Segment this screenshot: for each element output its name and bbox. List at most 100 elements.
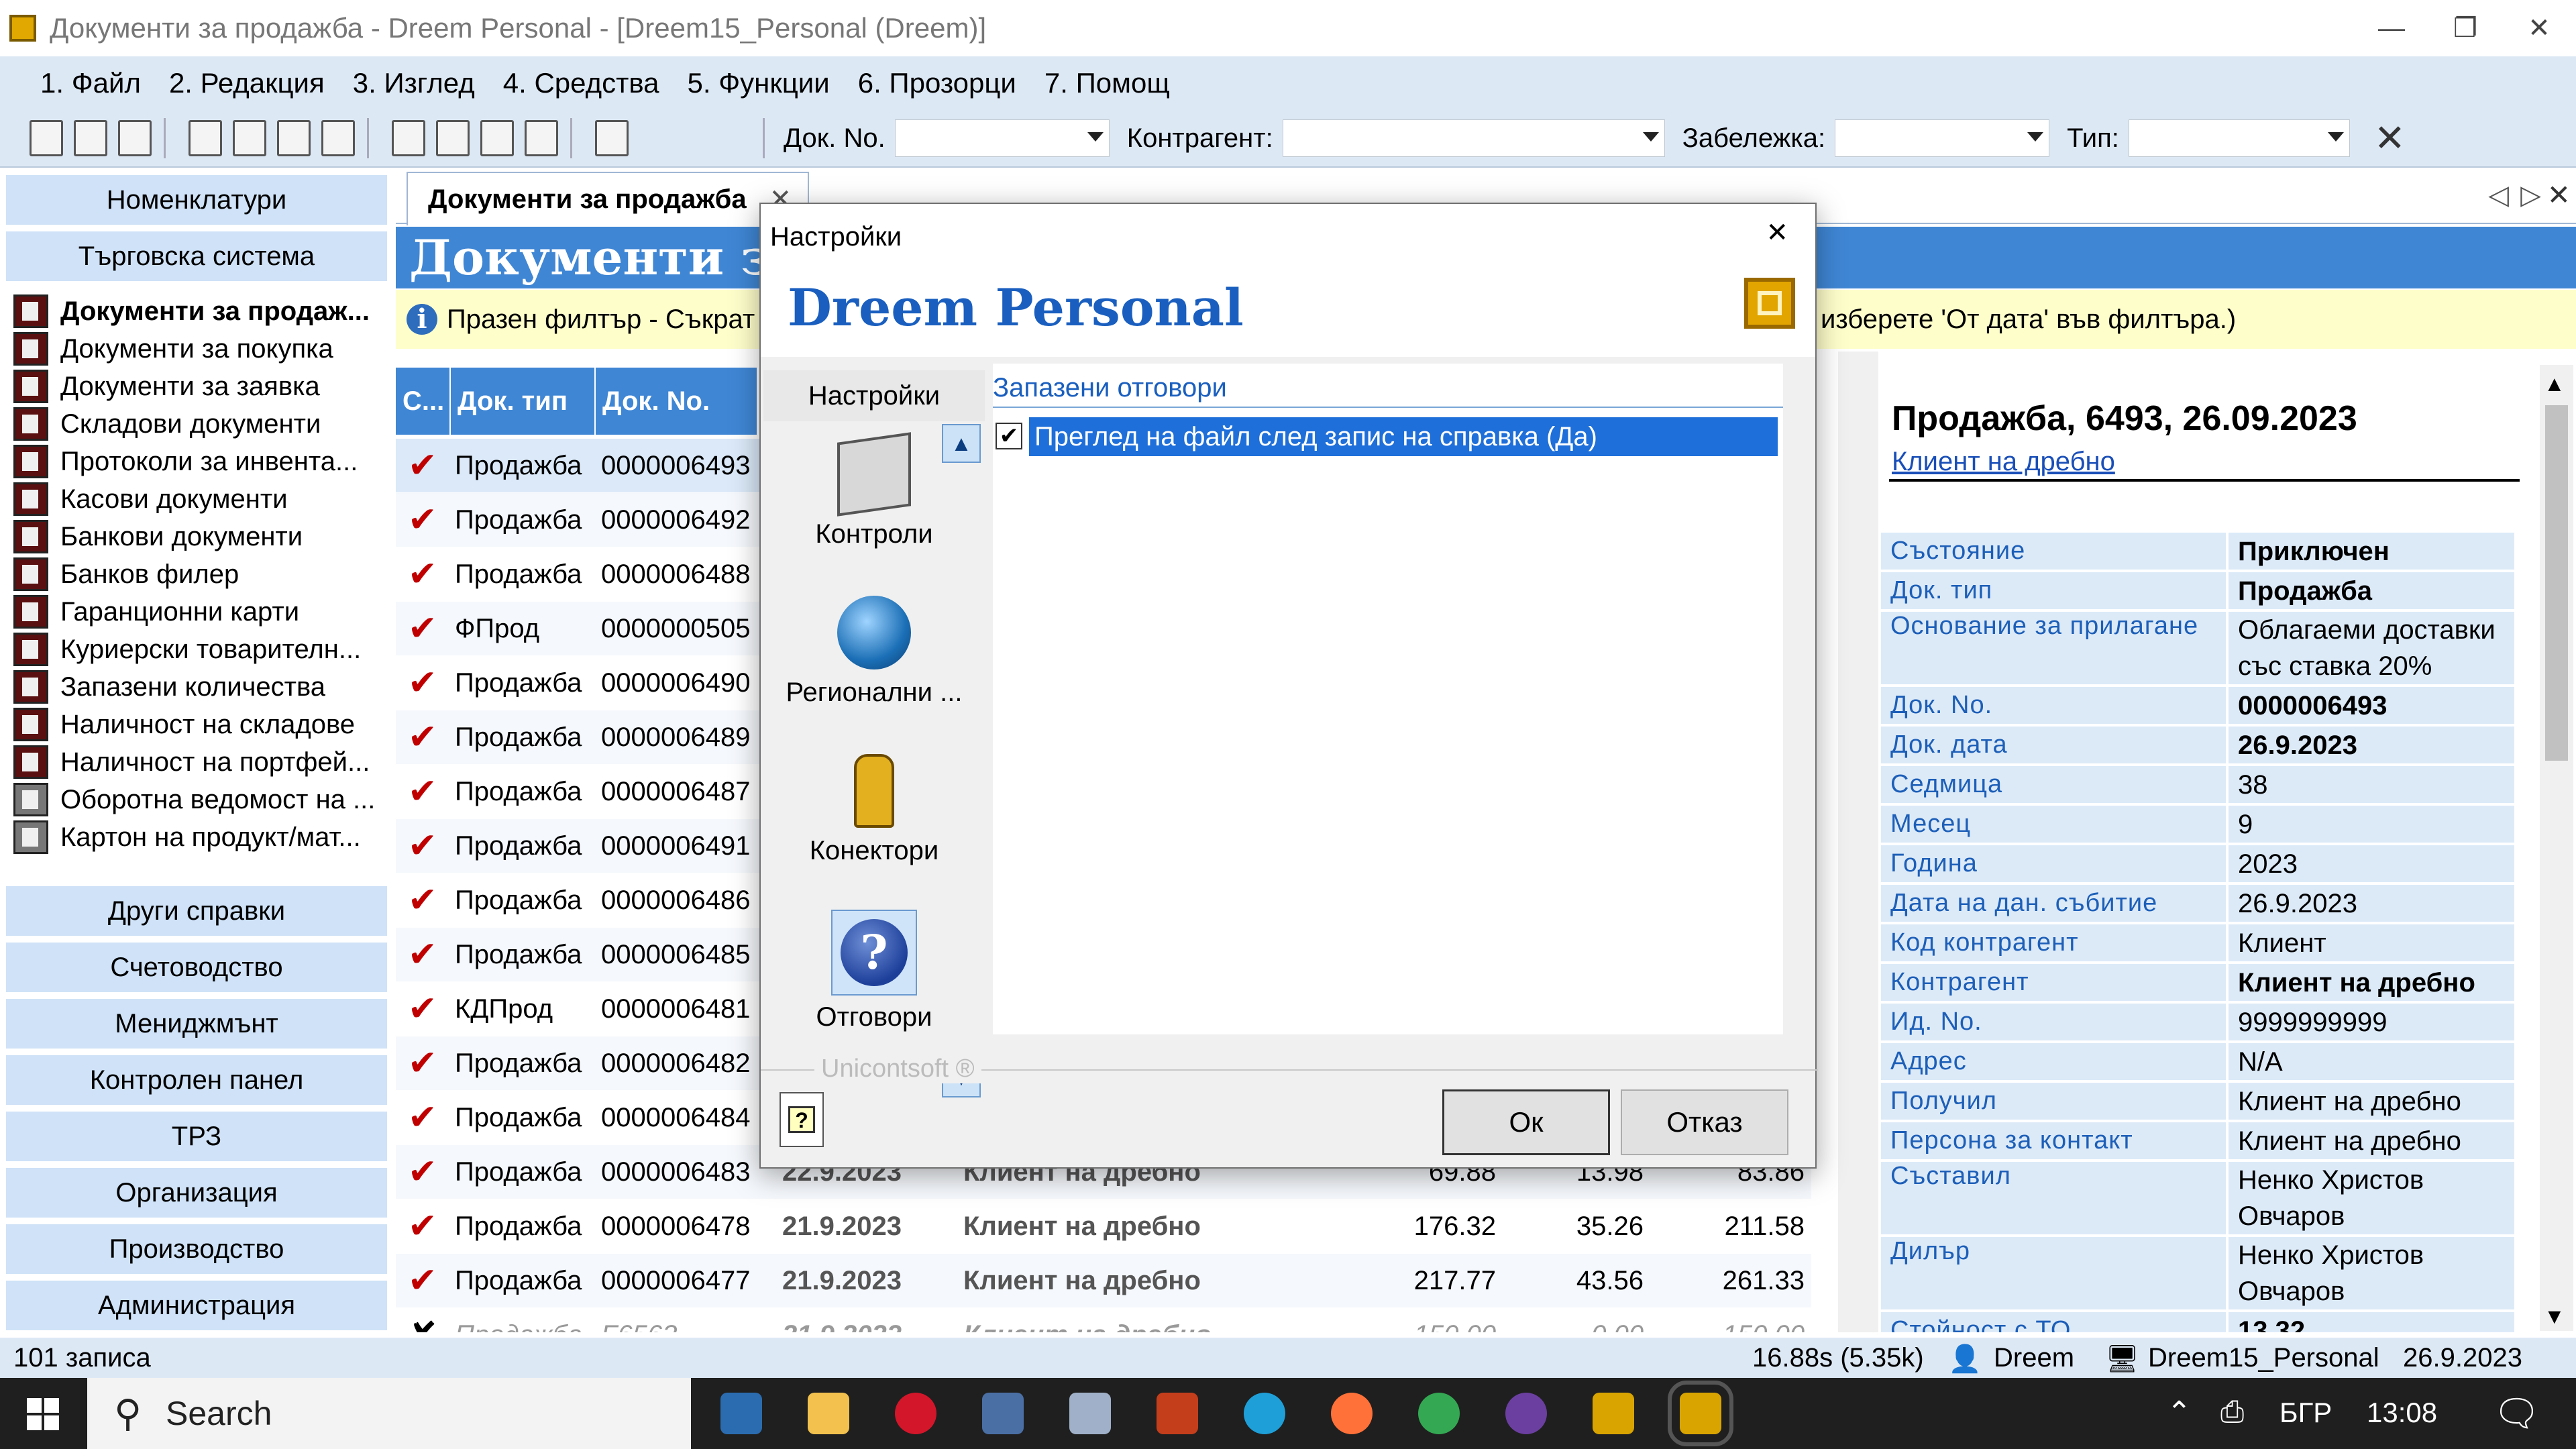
tab-prev-icon[interactable]: ◁ xyxy=(2488,180,2509,211)
nav-control-panel[interactable]: Контролен панел xyxy=(5,1055,388,1106)
nav-item-warranty[interactable]: Гаранционни карти xyxy=(13,593,299,631)
notifications-icon[interactable]: 🗨 xyxy=(2493,1391,2540,1436)
nav-item-bank-filer[interactable]: Банков филер xyxy=(13,555,239,593)
nav-item-product-card[interactable]: Картон на продукт/мат... xyxy=(13,818,361,856)
nav-item-reserved[interactable]: Запазени количества xyxy=(13,668,325,706)
detail-vertical-scrollbar[interactable]: ▲ ▼ xyxy=(2540,365,2573,1331)
tab-sales-documents[interactable]: Документи за продажба ✕ xyxy=(407,172,809,225)
side-item-connectors[interactable]: Конектори xyxy=(763,754,985,866)
detail-splitter[interactable] xyxy=(1838,352,1878,1332)
nav-item-turnover[interactable]: Оборотна ведомост на ... xyxy=(13,781,375,818)
nav-nomenclatures[interactable]: Номенклатури xyxy=(5,174,388,225)
side-item-regional[interactable]: Регионални ... xyxy=(763,596,985,708)
chevron-down-icon[interactable] xyxy=(1087,132,1104,142)
paste-icon[interactable] xyxy=(277,120,311,156)
menu-tools[interactable]: 4. Средства xyxy=(503,67,659,99)
nav-item-bank-docs[interactable]: Банкови документи xyxy=(13,518,303,555)
powerpoint-icon[interactable] xyxy=(1157,1393,1198,1434)
option-label[interactable]: Преглед на файл след запис на справка (Д… xyxy=(1029,417,1778,456)
tor-icon[interactable] xyxy=(1505,1393,1547,1434)
tab-next-icon[interactable]: ▷ xyxy=(2520,180,2541,211)
table-row[interactable]: ✘ ПродажбаF6563 21.9.2023Клиент на дребно 1… xyxy=(396,1308,1811,1332)
open-folder-icon[interactable] xyxy=(74,120,107,156)
print-icon[interactable] xyxy=(392,120,425,156)
chevron-down-icon[interactable] xyxy=(2027,132,2044,142)
tab-close-all-icon[interactable]: ✕ xyxy=(2547,178,2571,211)
file-explorer-icon[interactable] xyxy=(808,1393,849,1434)
menu-file[interactable]: 1. Файл xyxy=(40,67,141,99)
saved-answer-row[interactable]: ✔ Преглед на файл след запис на справка … xyxy=(996,417,1778,456)
option-checkbox[interactable]: ✔ xyxy=(996,423,1022,449)
nav-item-order-docs[interactable]: Документи за заявка xyxy=(13,368,320,405)
ok-button[interactable]: Ок xyxy=(1442,1089,1610,1155)
paint-icon[interactable] xyxy=(1069,1393,1111,1434)
chevron-down-icon[interactable] xyxy=(1642,132,1659,142)
minimize-button[interactable]: — xyxy=(2355,0,2428,56)
side-item-controls[interactable]: Контроли xyxy=(763,432,985,549)
copy-icon[interactable] xyxy=(233,120,266,156)
nav-item-courier[interactable]: Куриерски товарителн... xyxy=(13,631,361,668)
tray-camera-icon[interactable]: ⎙ xyxy=(2220,1395,2244,1429)
scroll-up-icon[interactable]: ▲ xyxy=(2544,372,2565,396)
windows-start-icon[interactable] xyxy=(27,1398,59,1430)
col-header-doc-type[interactable]: Док. тип xyxy=(451,368,594,435)
scroll-down-icon[interactable]: ▼ xyxy=(2544,1304,2565,1329)
chevron-down-icon[interactable] xyxy=(2327,132,2344,142)
print-preview-icon[interactable] xyxy=(436,120,470,156)
nav-management[interactable]: Мениджмънт xyxy=(5,998,388,1049)
dreem-active-icon[interactable] xyxy=(1668,1381,1733,1446)
type-combo[interactable] xyxy=(2128,119,2350,157)
save-icon[interactable] xyxy=(118,120,152,156)
firefox-icon[interactable] xyxy=(1331,1393,1373,1434)
table-row[interactable]: ✔ Продажба 0000006478 21.9.2023 Клиент на др… xyxy=(396,1199,1811,1253)
edit-note-icon[interactable] xyxy=(595,120,629,156)
nav-administration[interactable]: Администрация xyxy=(5,1280,388,1331)
taskview-icon[interactable] xyxy=(720,1393,762,1434)
nav-accounting[interactable]: Счетоводство xyxy=(5,942,388,993)
nav-production[interactable]: Производство xyxy=(5,1224,388,1275)
cancel-button[interactable]: Отказ xyxy=(1621,1089,1788,1155)
nav-item-cash-docs[interactable]: Касови документи xyxy=(13,480,288,518)
dreem-icon[interactable] xyxy=(1593,1393,1634,1434)
menu-view[interactable]: 3. Изглед xyxy=(353,67,475,99)
note-combo[interactable] xyxy=(1835,119,2050,157)
nav-trade-system[interactable]: Търговска система xyxy=(5,231,388,282)
close-window-button[interactable]: ✕ xyxy=(2502,0,2576,56)
table-row[interactable]: ✔ Продажба 0000006477 21.9.2023 Клиент на др… xyxy=(396,1254,1811,1307)
keyboard-language[interactable]: БГР xyxy=(2279,1397,2332,1429)
contragent-combo[interactable] xyxy=(1282,119,1665,157)
new-document-icon[interactable] xyxy=(30,120,63,156)
nav-item-warehouse-docs[interactable]: Складови документи xyxy=(13,405,321,443)
side-item-answers[interactable]: ? Отговори xyxy=(763,910,985,1032)
opera-icon[interactable] xyxy=(895,1393,936,1434)
cut-icon[interactable] xyxy=(189,120,222,156)
tray-chevron-icon[interactable]: ⌃ xyxy=(2167,1395,2192,1430)
eraser-icon[interactable] xyxy=(321,120,355,156)
clear-filter-icon[interactable]: ✕ xyxy=(2374,116,2406,160)
context-help-button[interactable]: ? xyxy=(780,1092,824,1147)
menu-windows[interactable]: 6. Прозорци xyxy=(858,67,1016,99)
doc-no-combo[interactable] xyxy=(894,119,1110,157)
calculator-icon[interactable] xyxy=(982,1393,1024,1434)
menu-help[interactable]: 7. Помощ xyxy=(1044,67,1170,99)
edge-icon[interactable] xyxy=(1244,1393,1285,1434)
dialog-close-icon[interactable]: ✕ xyxy=(1766,217,1788,248)
scroll-thumb[interactable] xyxy=(2545,405,2568,761)
nav-item-inventory[interactable]: Протоколи за инвента... xyxy=(13,443,358,480)
nav-item-stock-warehouse[interactable]: Наличност на складове xyxy=(13,706,355,743)
taskbar-search[interactable]: ⚲ Search xyxy=(87,1378,691,1449)
menu-functions[interactable]: 5. Функции xyxy=(688,67,830,99)
nav-organization[interactable]: Организация xyxy=(5,1167,388,1218)
menu-edit[interactable]: 2. Редакция xyxy=(169,67,325,99)
nav-item-purchase-docs[interactable]: Документи за покупка xyxy=(13,330,333,368)
nav-payroll[interactable]: ТРЗ xyxy=(5,1111,388,1162)
export-icon[interactable] xyxy=(480,120,514,156)
clock-time[interactable]: 13:08 xyxy=(2367,1397,2437,1429)
nav-item-stock-portfolio[interactable]: Наличност на портфей... xyxy=(13,743,370,781)
col-header-status[interactable]: С... xyxy=(396,368,449,435)
detail-client-link[interactable]: Клиент на дребно xyxy=(1892,447,2115,477)
nav-other-reports[interactable]: Други справки xyxy=(5,885,388,936)
chrome-icon[interactable] xyxy=(1418,1393,1460,1434)
restore-button[interactable]: ❐ xyxy=(2428,0,2502,56)
col-header-doc-no[interactable]: Док. No. xyxy=(596,368,757,435)
